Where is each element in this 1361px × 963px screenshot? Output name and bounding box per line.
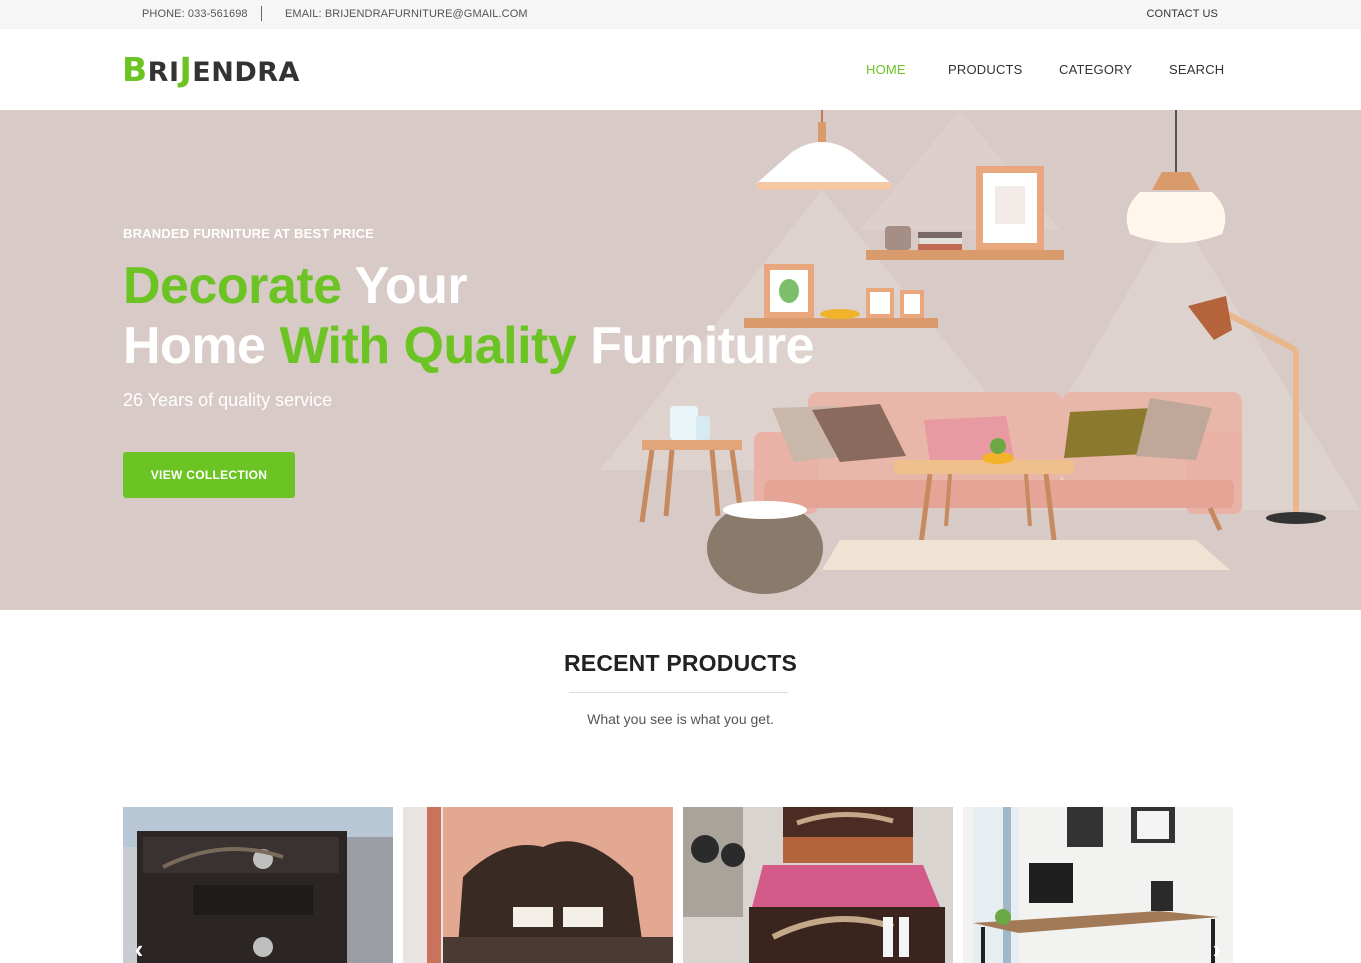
product-card[interactable] <box>963 807 1233 963</box>
headline-your: Your <box>354 257 468 315</box>
topbar-divider <box>261 6 262 21</box>
email-link[interactable]: EMAIL: BRIJENDRAFURNITURE@GMAIL.COM <box>285 8 528 20</box>
brand-logo[interactable]: BRIJENDRA <box>122 51 300 92</box>
top-bar: PHONE: 033-561698 EMAIL: BRIJENDRAFURNIT… <box>0 0 1361 29</box>
nav-category[interactable]: CATEGORY <box>1059 62 1132 77</box>
carousel-next-icon[interactable]: › <box>1206 936 1228 963</box>
product-card[interactable] <box>403 807 673 963</box>
hero-headline: Decorate Your Home With Quality Furnitur… <box>123 256 814 376</box>
headline-furniture: Furniture <box>590 317 814 375</box>
site-header: BRIJENDRA HOME PRODUCTS CATEGORY SEARCH <box>0 29 1361 110</box>
recent-products-title: RECENT PRODUCTS <box>563 650 797 676</box>
title-divider <box>569 692 788 693</box>
headline-with-quality: With Quality <box>279 317 577 375</box>
office-desk-photo <box>963 807 1233 963</box>
view-collection-button[interactable]: VIEW COLLECTION <box>123 452 295 498</box>
product-card[interactable] <box>123 807 393 963</box>
product-card[interactable] <box>683 807 953 963</box>
hero-subtitle: 26 Years of quality service <box>123 390 333 410</box>
contact-us-link[interactable]: CONTACT US <box>1147 8 1219 20</box>
headline-home: Home <box>123 317 266 375</box>
carousel-prev-icon[interactable]: ‹ <box>128 936 150 963</box>
carved-headboard-photo <box>403 807 673 963</box>
wooden-bed-panels-photo <box>123 807 393 963</box>
nav-search[interactable]: SEARCH <box>1169 62 1224 77</box>
nav-home[interactable]: HOME <box>866 62 906 77</box>
headline-decorate: Decorate <box>123 257 342 315</box>
hero-eyebrow: BRANDED FURNITURE AT BEST PRICE <box>123 226 375 241</box>
recent-products-subtitle: What you see is what you get. <box>587 711 774 727</box>
double-bed-photo <box>683 807 953 963</box>
nav-products[interactable]: PRODUCTS <box>948 62 1023 77</box>
hero-banner: BRANDED FURNITURE AT BEST PRICE Decorate… <box>0 110 1361 610</box>
phone-text: PHONE: 033-561698 <box>142 8 248 20</box>
